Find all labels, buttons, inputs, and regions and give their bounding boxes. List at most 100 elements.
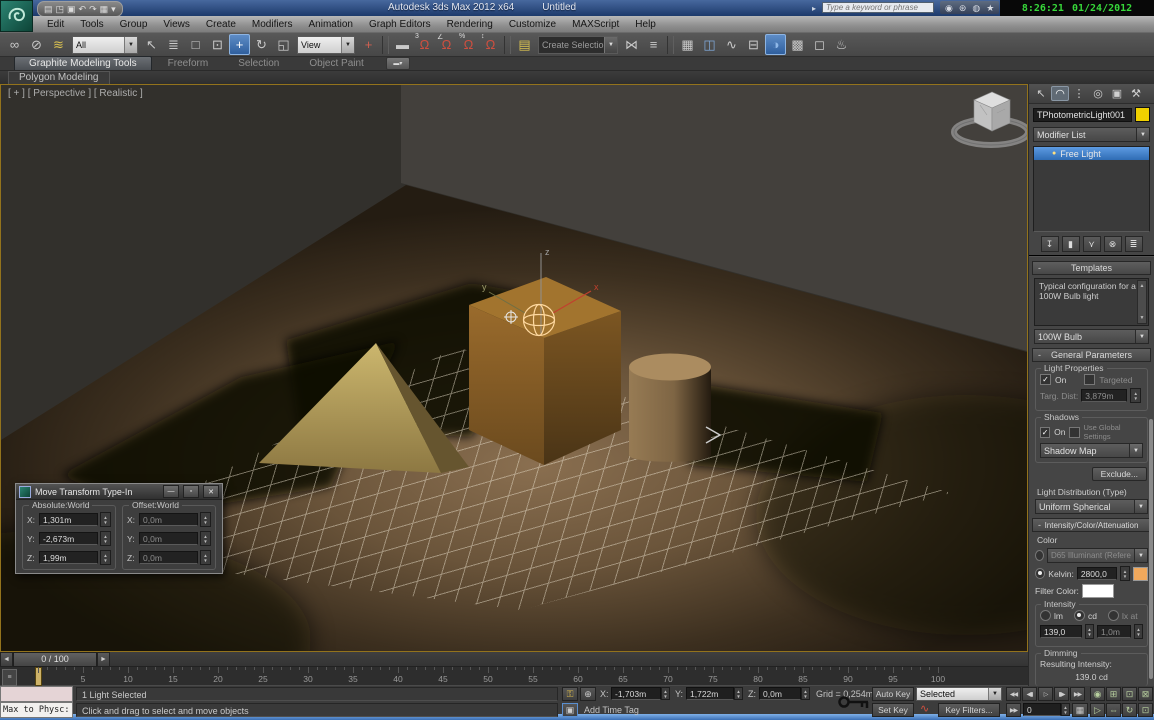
snaps-toggle-button[interactable]: Ω3 [414, 34, 435, 55]
menu-item-maxscript[interactable]: MAXScript [565, 18, 626, 31]
current-frame-spinner[interactable]: ▲▼ [1061, 703, 1070, 716]
maxscript-listener-input[interactable]: Max to Physc: [0, 702, 73, 718]
previous-key-button[interactable]: ◄ [0, 652, 13, 667]
template-preset-dropdown[interactable]: 100W Bulb ▼ [1034, 329, 1149, 344]
menu-item-customize[interactable]: Customize [502, 18, 563, 31]
configure-modifier-sets-icon[interactable]: ≣ [1125, 236, 1143, 252]
shadows-on-checkbox[interactable]: ✓ [1040, 427, 1050, 438]
selection-set-dropdown[interactable]: Selected ▼ [916, 687, 1002, 701]
current-frame-field[interactable]: 0 [1023, 703, 1061, 716]
material-editor-button[interactable]: ◑ [765, 34, 786, 55]
align-button[interactable]: ≡ [643, 34, 664, 55]
rendered-frame-window-button[interactable]: ◻ [809, 34, 830, 55]
zoom-all-icon[interactable]: ⊞ [1106, 687, 1121, 701]
named-selection-sets-dropdown-arrow-icon[interactable]: ▼ [604, 37, 617, 53]
menu-item-help[interactable]: Help [628, 18, 663, 31]
reference-coordinate-dropdown[interactable]: View▼ [297, 36, 355, 54]
dialog-close-button[interactable]: ✕ [203, 485, 219, 498]
absolute-offset-toggle[interactable]: ⊕ [580, 687, 596, 701]
auto-key-button[interactable]: Auto Key [872, 687, 914, 701]
orbit-icon[interactable]: ↻ [1122, 703, 1137, 717]
offset-y-field[interactable]: 0,0m [139, 532, 198, 545]
modifier-list-arrow-icon[interactable]: ▼ [1136, 128, 1149, 141]
absolute-y-field[interactable]: -2,673m [39, 532, 98, 545]
menu-item-graph-editors[interactable]: Graph Editors [362, 18, 438, 31]
light-distribution-arrow-icon[interactable]: ▼ [1134, 500, 1147, 513]
kelvin-radio[interactable] [1035, 568, 1045, 579]
go-to-start-button[interactable]: ◀◀ [1006, 687, 1021, 701]
menu-item-tools[interactable]: Tools [73, 18, 110, 31]
panel-scrollbar[interactable] [1149, 419, 1153, 679]
absolute-x-field[interactable]: 1,301m [39, 513, 98, 526]
absolute-x-spinner[interactable]: ▲▼ [100, 512, 111, 527]
spinner-snap-button[interactable]: Ω↕ [480, 34, 501, 55]
ribbon-tab-selection[interactable]: Selection [224, 57, 293, 70]
menu-item-animation[interactable]: Animation [301, 18, 359, 31]
light-distribution-dropdown[interactable]: Uniform Spherical ▼ [1035, 499, 1148, 514]
lx-radio[interactable] [1108, 610, 1119, 621]
mini-curve-editor-button[interactable]: ≡ [2, 669, 17, 686]
select-object-button[interactable]: ↖ [141, 34, 162, 55]
time-slider-handle[interactable]: 0 / 100 [13, 652, 97, 667]
zoom-extents-all-icon[interactable]: ⊠ [1138, 687, 1153, 701]
kelvin-field[interactable]: 2800,0 [1077, 567, 1117, 580]
angle-snap-button[interactable]: Ω∠ [436, 34, 457, 55]
absolute-z-spinner[interactable]: ▲▼ [100, 550, 111, 565]
window-crossing-toggle-button[interactable]: ⊡ [207, 34, 228, 55]
targ-dist-field[interactable]: 3,879m [1081, 389, 1127, 402]
open-file-icon[interactable]: ◳ [56, 3, 65, 15]
percent-snap-button[interactable]: Ω% [458, 34, 479, 55]
project-folder-icon[interactable]: ▦ [100, 3, 109, 15]
lx-distance-spinner[interactable]: ▲▼ [1134, 624, 1143, 639]
search-input[interactable] [822, 2, 934, 13]
intensity-spinner[interactable]: ▲▼ [1085, 624, 1094, 639]
y-coord-field[interactable]: 1,722m [686, 687, 734, 700]
mirror-button[interactable]: ⋈ [621, 34, 642, 55]
pan-view-icon[interactable]: ⇔ [1106, 703, 1121, 717]
communication-center-icon[interactable]: ◍ [972, 2, 980, 14]
filter-color-swatch[interactable] [1082, 584, 1114, 598]
x-coord-field[interactable]: -1,703m [611, 687, 661, 700]
rectangular-selection-region-button[interactable]: □ [185, 34, 206, 55]
light-on-checkbox[interactable]: ✓ [1040, 374, 1051, 385]
illuminant-dropdown[interactable]: D65 Illuminant (Refere ▼ [1047, 548, 1148, 563]
key-mode-toggle[interactable]: ▶▶ [1006, 703, 1021, 717]
tab-create[interactable]: ↖ [1032, 86, 1050, 101]
tab-motion[interactable]: ◎ [1089, 86, 1107, 101]
shadow-type-dropdown[interactable]: Shadow Map ▼ [1040, 443, 1143, 458]
selection-lock-toggle[interactable]: ⚿ [562, 687, 578, 701]
remove-modifier-icon[interactable]: ⊗ [1104, 236, 1122, 252]
offset-x-spinner[interactable]: ▲▼ [200, 512, 211, 527]
scene-cylinder[interactable] [629, 354, 711, 462]
absolute-y-spinner[interactable]: ▲▼ [100, 531, 111, 546]
application-menu-button[interactable] [0, 0, 33, 32]
offset-z-spinner[interactable]: ▲▼ [200, 550, 211, 565]
illuminant-radio[interactable] [1035, 550, 1044, 561]
dialog-maximize-button[interactable]: ▫ [183, 485, 199, 498]
modifier-stack[interactable]: ●Free Light [1033, 146, 1150, 232]
pan-2d-icon[interactable]: ▷ [1090, 703, 1105, 717]
layer-manager-button[interactable]: ▦ [677, 34, 698, 55]
ribbon-tab-freeform[interactable]: Freeform [154, 57, 223, 70]
qat-dropdown-icon[interactable]: ▾ [111, 3, 116, 15]
make-unique-icon[interactable]: ⋎ [1083, 236, 1101, 252]
general-parameters-header[interactable]: - General Parameters [1032, 348, 1151, 362]
selection-set-arrow-icon[interactable]: ▼ [988, 688, 1001, 700]
z-coord-spinner[interactable]: ▲▼ [801, 687, 810, 700]
tab-hierarchy[interactable]: ⋮ [1070, 86, 1088, 101]
favorites-star-icon[interactable]: ★ [986, 2, 994, 14]
pin-stack-icon[interactable]: ↧ [1041, 236, 1059, 252]
y-coord-spinner[interactable]: ▲▼ [734, 687, 743, 700]
time-configuration-button[interactable]: ▦ [1072, 703, 1088, 717]
selection-filter-dropdown[interactable]: All▼ [72, 36, 138, 54]
menu-item-create[interactable]: Create [199, 18, 243, 31]
add-time-tag-label[interactable]: Add Time Tag [584, 703, 639, 717]
schematic-view-button[interactable]: ⊟ [743, 34, 764, 55]
select-and-rotate-button[interactable]: ↻ [251, 34, 272, 55]
absolute-z-field[interactable]: 1,99m [39, 551, 98, 564]
show-end-result-icon[interactable]: ▮ [1062, 236, 1080, 252]
kelvin-spinner[interactable]: ▲▼ [1120, 566, 1130, 581]
undo-icon[interactable]: ↶ [79, 3, 87, 15]
selection-filter-dropdown-arrow-icon[interactable]: ▼ [124, 37, 137, 53]
stack-item-free-light[interactable]: ●Free Light [1034, 147, 1149, 160]
